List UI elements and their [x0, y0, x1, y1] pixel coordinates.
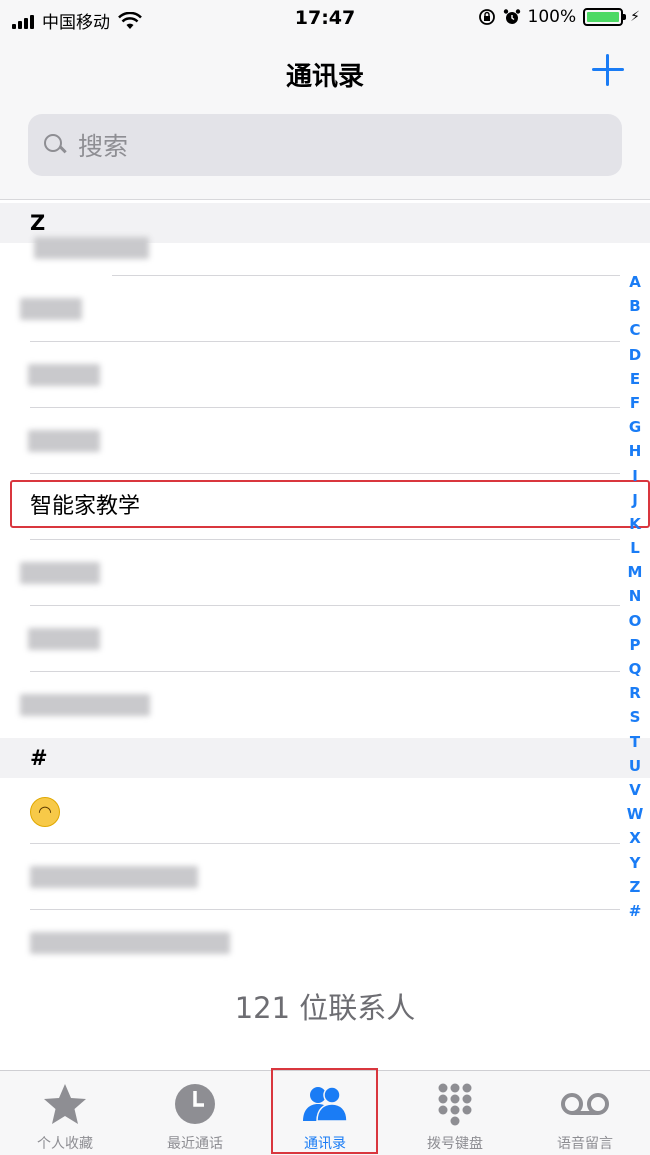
contact-row-highlighted[interactable]: 智能家教学 — [0, 474, 620, 540]
list-item[interactable] — [0, 606, 620, 672]
index-letter[interactable]: D — [629, 343, 641, 367]
redacted-name — [34, 237, 149, 259]
tab-contacts[interactable]: 通讯录 — [260, 1071, 390, 1155]
charging-icon: ⚡ — [630, 9, 640, 25]
star-icon — [44, 1084, 86, 1124]
contact-count: 121 位联系人 — [234, 991, 416, 1025]
battery-percent: 100% — [527, 7, 577, 27]
redacted-name — [28, 364, 100, 386]
section-header-hash: # — [0, 738, 650, 778]
index-letter[interactable]: T — [630, 730, 640, 754]
list-item[interactable] — [0, 540, 620, 606]
list-item[interactable] — [0, 342, 620, 408]
tab-label: 语音留言 — [557, 1136, 613, 1152]
list-item[interactable] — [0, 276, 620, 342]
battery-icon — [583, 8, 627, 26]
index-letter[interactable]: X — [629, 826, 641, 850]
upside-down-face-icon: ◠ — [30, 797, 60, 827]
keypad-icon — [438, 1083, 472, 1126]
redacted-name — [30, 932, 230, 954]
list-item[interactable] — [0, 844, 620, 910]
list-item[interactable] — [0, 210, 620, 276]
status-bar: 中国移动 17:47 100% ⚡ — [0, 0, 650, 38]
index-letter[interactable]: S — [630, 705, 641, 729]
tab-label: 通讯录 — [304, 1136, 346, 1152]
index-letter[interactable]: U — [629, 754, 641, 778]
tab-bar: 个人收藏 最近通话 通讯录 拨号键盘 语音留言 — [0, 1070, 650, 1155]
index-letter[interactable]: Z — [630, 875, 641, 899]
tab-keypad[interactable]: 拨号键盘 — [390, 1071, 520, 1155]
index-letter[interactable]: O — [629, 609, 642, 633]
add-contact-button[interactable] — [588, 50, 628, 90]
index-letter[interactable]: Q — [629, 657, 642, 681]
orientation-lock-icon — [478, 9, 495, 25]
index-letter[interactable]: E — [630, 367, 640, 391]
list-item[interactable] — [0, 910, 620, 976]
index-letter[interactable]: R — [629, 681, 641, 705]
index-letter[interactable]: G — [629, 415, 641, 439]
clock-icon — [175, 1084, 215, 1124]
index-letter[interactable]: Y — [630, 851, 641, 875]
tab-label: 个人收藏 — [37, 1136, 93, 1152]
contact-name: 智能家教学 — [30, 494, 141, 519]
index-letter[interactable]: I — [632, 464, 638, 488]
tab-label: 拨号键盘 — [427, 1136, 483, 1152]
search-placeholder: 搜索 — [78, 132, 129, 161]
alarm-icon — [503, 9, 520, 24]
index-letter[interactable]: V — [629, 778, 641, 802]
search-icon — [42, 132, 68, 158]
index-letter[interactable]: B — [629, 294, 640, 318]
index-letter[interactable]: H — [629, 439, 642, 463]
battery-fill — [587, 12, 620, 22]
index-letter[interactable]: K — [629, 512, 641, 536]
redacted-name — [30, 866, 198, 888]
index-letter[interactable]: W — [627, 802, 644, 826]
list-item[interactable] — [0, 408, 620, 474]
search-input[interactable]: 搜索 — [28, 114, 622, 176]
contacts-icon — [303, 1086, 348, 1122]
status-right: 100% ⚡ — [478, 7, 640, 27]
nav-bar: 通讯录 搜索 — [0, 38, 650, 200]
index-letter[interactable]: C — [629, 318, 640, 342]
redacted-name — [20, 694, 150, 716]
index-letter[interactable]: M — [628, 560, 643, 584]
tab-voicemail[interactable]: 语音留言 — [520, 1071, 650, 1155]
page-title: 通讯录 — [285, 62, 364, 92]
index-letter[interactable]: J — [632, 488, 638, 512]
voicemail-icon — [561, 1093, 609, 1115]
tab-label: 最近通话 — [167, 1136, 223, 1152]
tab-recents[interactable]: 最近通话 — [130, 1071, 260, 1155]
redacted-name — [28, 430, 100, 452]
index-letter[interactable]: F — [630, 391, 640, 415]
section-index-bar[interactable]: A B C D E F G H I J K L M N O P Q R S T U V W X Y Z # — [624, 270, 646, 923]
tab-favorites[interactable]: 个人收藏 — [0, 1071, 130, 1155]
redacted-name — [28, 628, 100, 650]
redacted-name — [20, 298, 82, 320]
redacted-name — [20, 562, 100, 584]
index-letter[interactable]: N — [629, 584, 642, 608]
index-letter[interactable]: P — [630, 633, 641, 657]
index-letter[interactable]: # — [629, 899, 642, 923]
index-letter[interactable]: A — [629, 270, 641, 294]
list-item[interactable] — [0, 672, 620, 738]
index-letter[interactable]: L — [630, 536, 640, 560]
list-item[interactable]: ◠ — [0, 778, 620, 844]
